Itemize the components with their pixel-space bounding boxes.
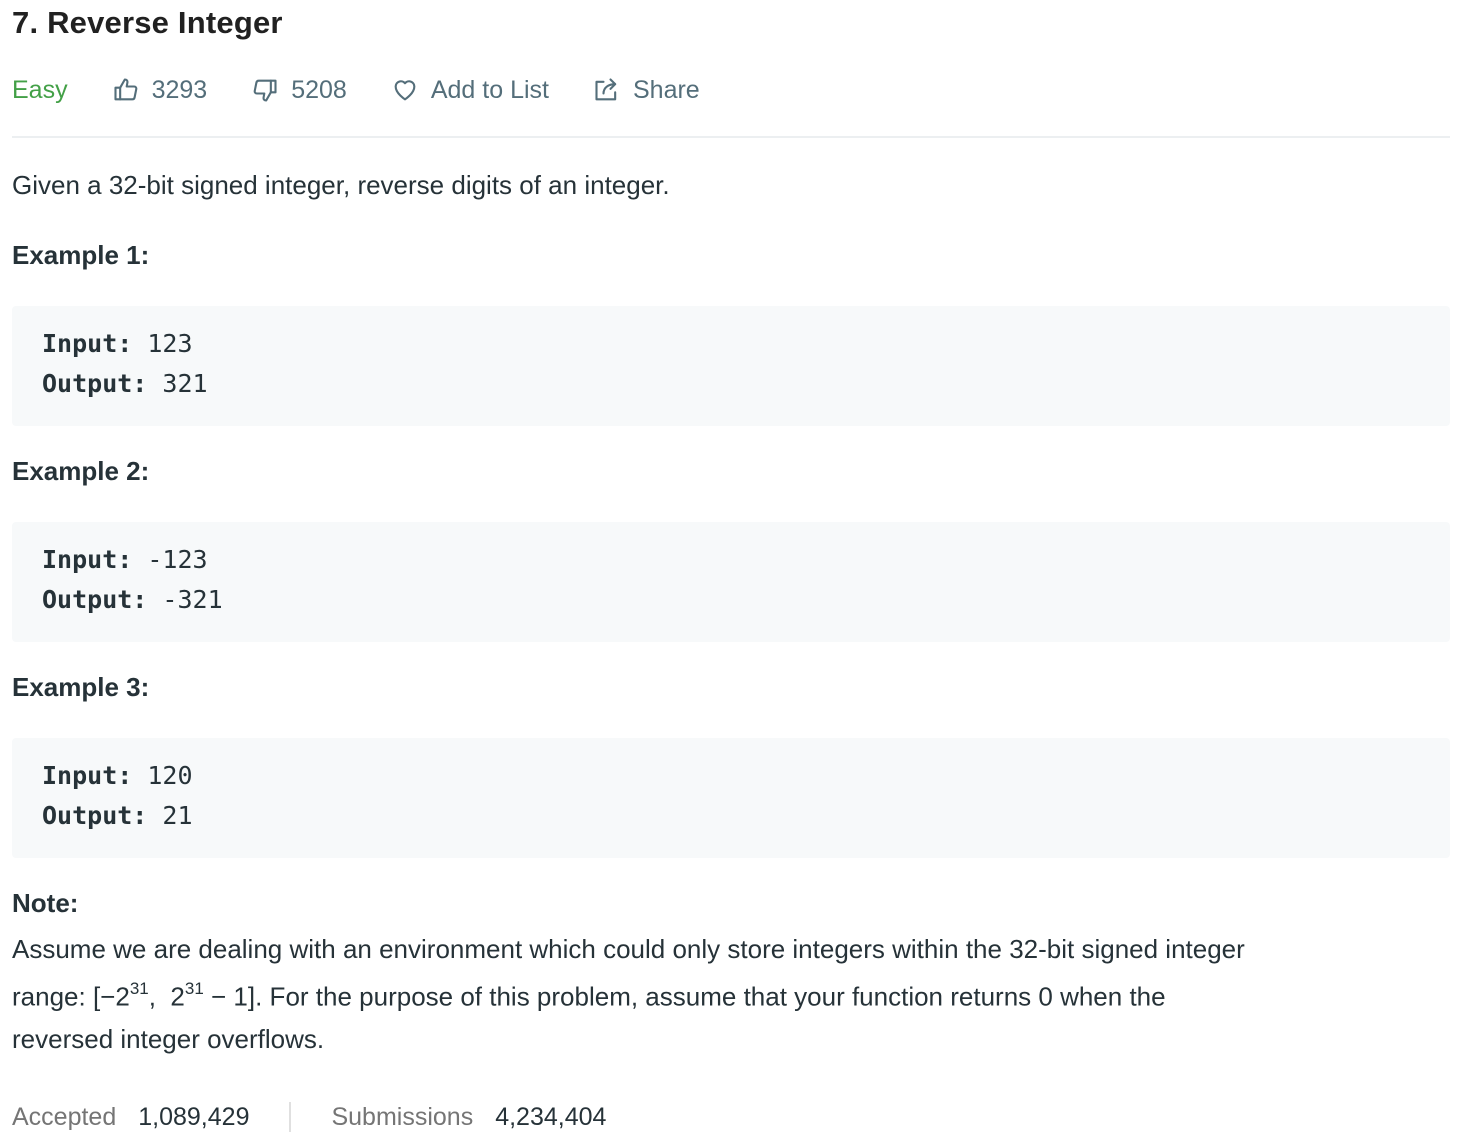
submissions-value: 4,234,404 — [495, 1102, 607, 1131]
header-divider — [12, 136, 1450, 138]
output-value: 321 — [162, 369, 208, 398]
note-range-mid: , 2 — [148, 981, 185, 1012]
accepted-label: Accepted — [12, 1102, 117, 1131]
stats-separator — [289, 1102, 292, 1132]
input-label: Input: — [42, 545, 133, 574]
example-1-output-line: Output: 321 — [42, 369, 208, 398]
output-label: Output: — [42, 369, 148, 398]
accepted-value: 1,089,429 — [138, 1102, 250, 1131]
like-count: 3293 — [151, 75, 208, 104]
example-1-input-line: Input: 123 — [42, 329, 193, 358]
note-line-2: range: [−231, 231 − 1]. For the purpose … — [12, 970, 1432, 1018]
output-value: 21 — [162, 801, 193, 830]
share-button[interactable]: Share — [593, 76, 700, 105]
example-1-code-block: Input: 123 Output: 321 — [12, 306, 1450, 426]
example-2-title: Example 2: — [12, 456, 150, 486]
submission-stats: Accepted 1,089,429 Submissions 4,234,404 — [12, 1102, 606, 1132]
output-label: Output: — [42, 585, 148, 614]
example-1-title: Example 1: — [12, 240, 150, 270]
note-exponent-2: 31 — [184, 979, 204, 998]
input-value: 123 — [147, 329, 193, 358]
difficulty-badge: Easy — [12, 75, 68, 104]
note-line-1: Assume we are dealing with an environmen… — [12, 934, 1245, 964]
note-line-3: reversed integer overflows. — [12, 1023, 325, 1054]
note-range-suffix: − 1]. For the purpose of this problem, a… — [203, 981, 1166, 1012]
example-3-title: Example 3: — [12, 672, 150, 702]
problem-title: 7. Reverse Integer — [12, 5, 283, 40]
note-range-prefix: range: [−2 — [12, 981, 130, 1012]
note-text: Assume we are dealing with an environmen… — [12, 928, 1432, 1060]
thumbs-down-icon — [253, 79, 277, 102]
input-value: -123 — [147, 545, 208, 574]
problem-description: Given a 32-bit signed integer, reverse d… — [12, 170, 670, 200]
example-3-input-line: Input: 120 — [42, 761, 193, 790]
dislike-button[interactable]: 5208 — [251, 76, 347, 105]
heart-icon — [394, 80, 416, 101]
input-label: Input: — [42, 329, 133, 358]
example-2-output-line: Output: -321 — [42, 585, 223, 614]
output-value: -321 — [162, 585, 223, 614]
example-3-code-block: Input: 120 Output: 21 — [12, 738, 1450, 858]
dislike-count: 5208 — [291, 75, 347, 104]
like-button[interactable]: 3293 — [112, 75, 208, 105]
problem-meta-bar: Easy 3293 5208 Add to List Share — [12, 70, 744, 110]
example-2-code-block: Input: -123 Output: -321 — [12, 522, 1450, 642]
share-icon — [595, 78, 617, 101]
note-exponent-1: 31 — [129, 979, 149, 998]
example-2-input-line: Input: -123 — [42, 545, 208, 574]
example-3-output-line: Output: 21 — [42, 801, 193, 830]
add-to-list-button[interactable]: Add to List — [391, 76, 549, 105]
add-to-list-label: Add to List — [430, 75, 549, 104]
share-label: Share — [632, 75, 700, 104]
submissions-label: Submissions — [331, 1102, 474, 1131]
input-label: Input: — [42, 761, 133, 790]
output-label: Output: — [42, 801, 148, 830]
thumbs-up-icon — [114, 78, 137, 101]
note-title: Note: — [12, 888, 79, 918]
input-value: 120 — [147, 761, 193, 790]
